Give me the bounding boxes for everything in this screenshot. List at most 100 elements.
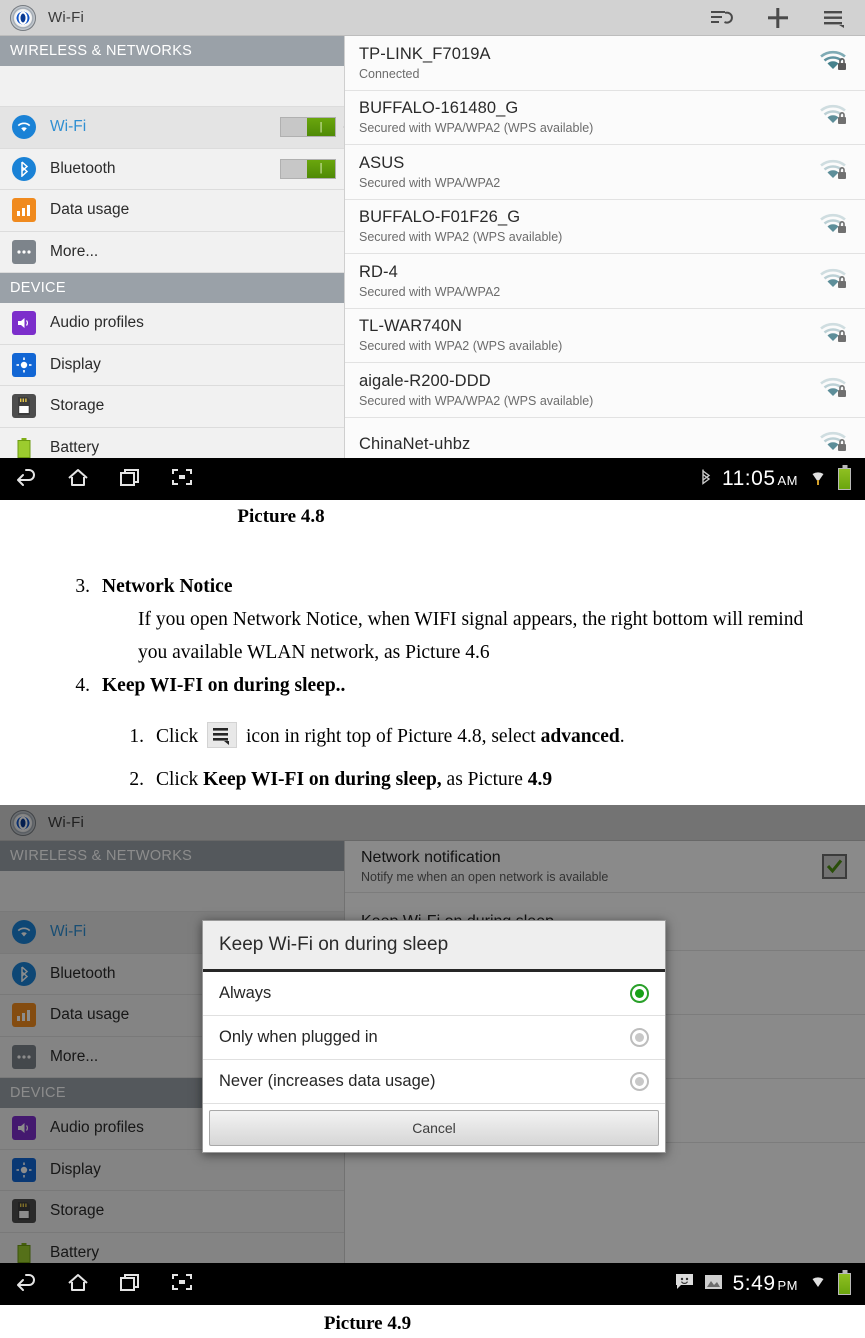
- bluetooth-status-icon: [700, 468, 712, 491]
- back-icon[interactable]: [14, 1272, 38, 1297]
- table-row[interactable]: RD-4 Secured with WPA/WPA2: [345, 254, 865, 309]
- navigation-bar: 11:05 AM: [0, 458, 865, 500]
- list-number: 2.: [129, 769, 144, 790]
- settings-app-icon: [10, 4, 36, 31]
- step-text-bold: advanced: [540, 726, 620, 747]
- bluetooth-icon: [12, 156, 36, 181]
- battery-status-icon: [838, 1273, 851, 1295]
- keep-wifi-dialog: Keep Wi-Fi on during sleep Always Only w…: [202, 920, 666, 1153]
- cancel-button[interactable]: Cancel: [209, 1110, 659, 1146]
- sidebar-item-label: More...: [50, 242, 99, 260]
- network-status: Secured with WPA2 (WPS available): [359, 339, 563, 354]
- sidebar-item-audio-profiles[interactable]: Audio profiles: [0, 303, 344, 345]
- table-row[interactable]: ChinaNet-uhbz: [345, 418, 865, 459]
- recents-icon[interactable]: [118, 1272, 142, 1297]
- network-status: Secured with WPA/WPA2 (WPS available): [359, 121, 594, 136]
- wifi-status-icon: [808, 1273, 828, 1296]
- sidebar-item-battery[interactable]: Battery: [0, 427, 344, 458]
- network-info: RD-4 Secured with WPA/WPA2: [359, 263, 819, 299]
- network-info: TP-LINK_F7019A Connected: [359, 45, 819, 81]
- action-bar-buttons: [709, 5, 859, 31]
- overflow-menu-icon: [207, 722, 238, 748]
- dialog-option-never[interactable]: Never (increases data usage): [203, 1060, 665, 1104]
- wifi-toggle[interactable]: |: [280, 117, 336, 138]
- network-info: TL-WAR740N Secured with WPA2 (WPS availa…: [359, 317, 819, 353]
- sidebar-item-label: Audio profiles: [50, 314, 144, 332]
- network-ssid: RD-4: [359, 262, 398, 281]
- sidebar-item-label: Battery: [50, 438, 100, 456]
- list-number: 3.: [75, 576, 90, 597]
- dialog-option-label: Only when plugged in: [219, 1028, 378, 1046]
- network-ssid: TP-LINK_F7019A: [359, 44, 491, 63]
- wifi-signal-locked-icon: [819, 159, 849, 185]
- overflow-menu-icon[interactable]: [821, 5, 847, 31]
- action-bar: Wi-Fi: [0, 0, 865, 36]
- table-row[interactable]: BUFFALO-F01F26_G Secured with WPA2 (WPS …: [345, 200, 865, 254]
- recents-icon[interactable]: [118, 467, 142, 492]
- battery-icon: [12, 436, 36, 458]
- sidebar-item-bluetooth[interactable]: Bluetooth |: [0, 148, 344, 190]
- wifi-signal-locked-icon: [819, 322, 849, 348]
- network-status: Secured with WPA/WPA2: [359, 175, 501, 190]
- network-ssid: aigale-R200-DDD: [359, 371, 491, 390]
- radio-button[interactable]: [630, 1028, 649, 1047]
- wifi-signal-locked-icon: [819, 104, 849, 130]
- home-icon[interactable]: [66, 1272, 90, 1297]
- home-icon[interactable]: [66, 467, 90, 492]
- sidebar-item-data-usage[interactable]: Data usage: [0, 190, 344, 232]
- battery-status-icon: [838, 468, 851, 490]
- list-title: Network Notice: [102, 576, 233, 597]
- sidebar-item-label: Data usage: [50, 201, 130, 219]
- sidebar-item-label: Wi-Fi: [50, 118, 87, 136]
- sidebar-item-display[interactable]: Display: [0, 344, 344, 386]
- step-text-bold: Keep WI-FI on during sleep,: [203, 769, 442, 790]
- settings-sidebar: WIRELESS & NETWORKS Wi-Fi | Bluetooth |: [0, 36, 345, 458]
- table-row[interactable]: TP-LINK_F7019A Connected: [345, 36, 865, 91]
- table-row[interactable]: aigale-R200-DDD Secured with WPA/WPA2 (W…: [345, 363, 865, 418]
- dialog-option-always[interactable]: Always: [203, 972, 665, 1016]
- nav-buttons: [14, 467, 194, 492]
- sidebar-section-wireless: WIRELESS & NETWORKS: [0, 36, 344, 66]
- list-item: 2. Click Keep WI-FI on during sleep, as …: [110, 763, 865, 796]
- audio-profiles-icon: [12, 311, 36, 336]
- sidebar-item-storage[interactable]: Storage: [0, 386, 344, 428]
- radio-button[interactable]: [630, 1072, 649, 1091]
- status-clock: 5:49 PM: [732, 1272, 798, 1295]
- radio-button-selected[interactable]: [630, 984, 649, 1003]
- document-text: 3. Network Notice If you open Network No…: [0, 570, 865, 796]
- settings-body: WIRELESS & NETWORKS Wi-Fi | Bluetooth |: [0, 36, 865, 458]
- table-row[interactable]: TL-WAR740N Secured with WPA2 (WPS availa…: [345, 309, 865, 363]
- wifi-signal-locked-icon: [819, 50, 849, 76]
- sidebar-item-wifi[interactable]: Wi-Fi |: [0, 107, 344, 149]
- wifi-signal-locked-icon: [819, 431, 849, 457]
- network-status: Connected: [359, 66, 420, 81]
- status-icons: 11:05 AM: [700, 467, 851, 491]
- sidebar-item-label: Bluetooth: [50, 159, 116, 177]
- dialog-title: Keep Wi-Fi on during sleep: [203, 921, 665, 972]
- wifi-network-list: TP-LINK_F7019A Connected BUFFALO-161480_…: [345, 36, 865, 458]
- back-icon[interactable]: [14, 467, 38, 492]
- wifi-signal-locked-icon: [819, 268, 849, 294]
- bluetooth-toggle[interactable]: |: [280, 158, 336, 179]
- network-ssid: BUFFALO-161480_G: [359, 99, 519, 118]
- add-network-icon[interactable]: [765, 5, 791, 31]
- network-status: Secured with WPA/WPA2 (WPS available): [359, 393, 594, 408]
- network-ssid: TL-WAR740N: [359, 317, 463, 336]
- wifi-signal-locked-icon: [819, 213, 849, 239]
- network-info: ASUS Secured with WPA/WPA2: [359, 154, 819, 190]
- step-text-pre: Click: [156, 726, 199, 747]
- table-row[interactable]: BUFFALO-161480_G Secured with WPA/WPA2 (…: [345, 91, 865, 145]
- network-status: Secured with WPA2 (WPS available): [359, 230, 563, 245]
- table-row[interactable]: ASUS Secured with WPA/WPA2: [345, 145, 865, 200]
- dialog-option-plugged-in[interactable]: Only when plugged in: [203, 1016, 665, 1060]
- screenshot-icon[interactable]: [170, 1272, 194, 1297]
- step-text-bold2: 4.9: [527, 769, 553, 790]
- action-bar-title: Wi-Fi: [48, 9, 84, 26]
- list-title: Keep WI-FI on during sleep..: [102, 675, 346, 696]
- screenshot-icon[interactable]: [170, 467, 194, 492]
- wps-scan-icon[interactable]: [709, 5, 735, 31]
- sidebar-item-more[interactable]: More...: [0, 231, 344, 273]
- step-text-mid: as Picture: [441, 769, 528, 790]
- sidebar-section-device: DEVICE: [0, 273, 344, 303]
- data-usage-icon: [12, 198, 36, 223]
